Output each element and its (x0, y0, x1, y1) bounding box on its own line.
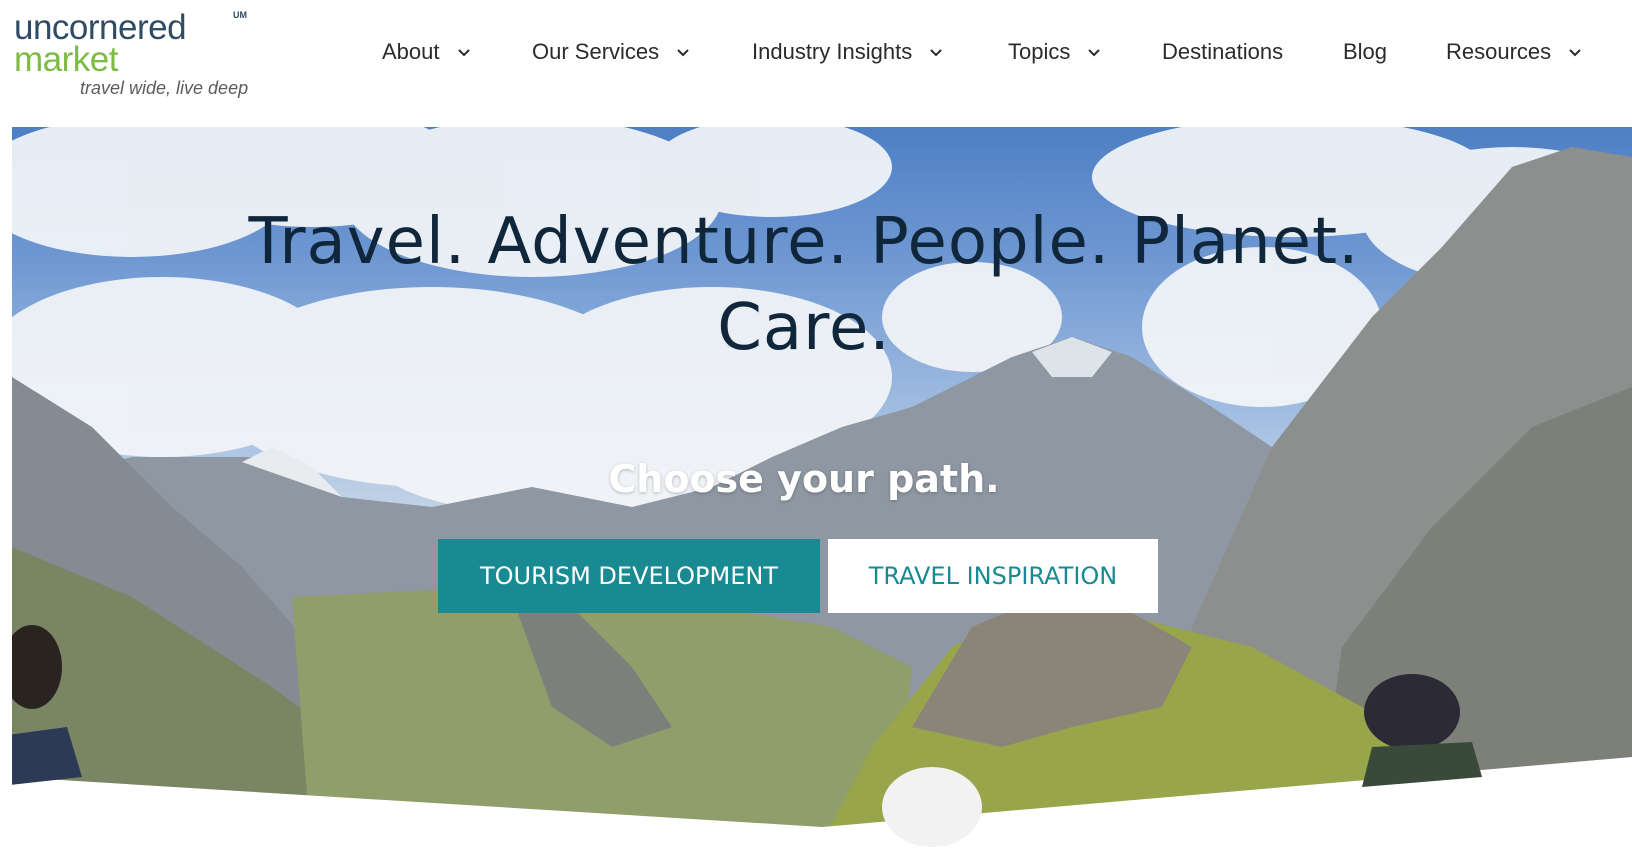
chevron-down-icon (1569, 49, 1581, 57)
hero-headline-line2: Care. (717, 291, 891, 365)
nav-item-blog[interactable]: Blog (1343, 36, 1387, 68)
chevron-down-icon (677, 49, 689, 57)
logo-trademark: UM (233, 10, 247, 20)
nav-item-label: Resources (1446, 39, 1552, 64)
nav-item-label: Topics (1008, 39, 1071, 64)
logo-tagline: travel wide, live deep (80, 78, 249, 98)
hero-headline-line1: Travel. Adventure. People. Planet. (248, 205, 1360, 279)
nav-item-our-services[interactable]: Our Services (532, 36, 691, 68)
nav-item-label: Industry Insights (752, 39, 913, 64)
tourism-development-button[interactable]: TOURISM DEVELOPMENT (438, 539, 820, 613)
site-header: uncornered market UM travel wide, live d… (0, 0, 1632, 127)
hero-subhead: Choose your path. (608, 457, 1000, 501)
nav-item-label: Our Services (532, 39, 660, 64)
hero-headline: Travel. Adventure. People. Planet. Care. (12, 199, 1596, 371)
travel-inspiration-button[interactable]: TRAVEL INSPIRATION (828, 539, 1158, 613)
nav-item-destinations[interactable]: Destinations (1162, 36, 1283, 68)
nav-item-label: About (382, 39, 440, 64)
chevron-down-icon (1088, 49, 1101, 57)
nav-item-label: Destinations (1162, 39, 1284, 64)
nav-item-industry-insights[interactable]: Industry Insights (752, 36, 944, 68)
logo-wordmark-line2: market (14, 40, 118, 79)
nav-item-label: Blog (1343, 39, 1388, 64)
nav-item-resources[interactable]: Resources (1446, 36, 1583, 68)
nav-item-topics[interactable]: Topics (1008, 36, 1102, 68)
site-logo[interactable]: uncornered market UM travel wide, live d… (14, 6, 264, 106)
chevron-down-icon (457, 49, 470, 57)
hero-banner: Travel. Adventure. People. Planet. Care.… (12, 127, 1632, 862)
chevron-down-icon (930, 49, 942, 57)
nav-item-about[interactable]: About (382, 36, 472, 68)
